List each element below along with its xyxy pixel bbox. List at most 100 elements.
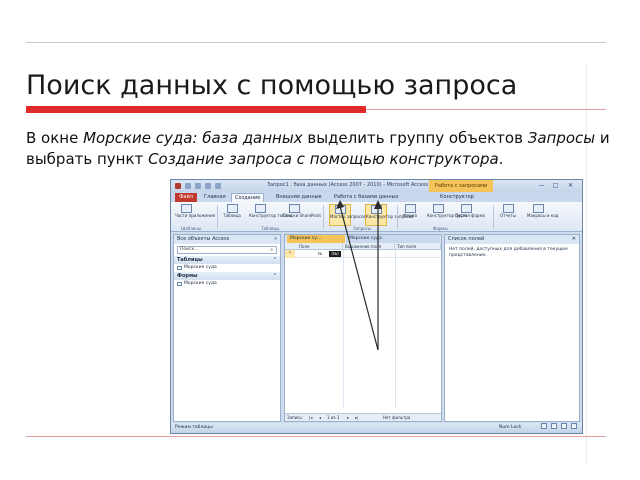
slide-title: Поиск данных с помощью запроса [26, 70, 518, 101]
nav-item-label: Морские суда [184, 281, 217, 286]
grid-column-line [343, 250, 344, 408]
nav-group-forms[interactable]: Формы ⌃ [174, 272, 280, 280]
design-view-icon[interactable] [561, 423, 567, 429]
row-selector[interactable]: * [285, 250, 295, 258]
document-tab-table[interactable]: Морские суда [346, 235, 440, 243]
button-label: Конструктор запросов [366, 214, 414, 219]
nav-search-placeholder: Поиск... [180, 247, 199, 252]
sharepoint-icon [288, 204, 300, 213]
macros-icon [532, 204, 544, 213]
button-label: Форма [403, 213, 417, 218]
sharepoint-lists-button[interactable]: Списки SharePoint [283, 204, 321, 226]
minimize-button[interactable]: — [537, 182, 546, 189]
chevron-up-icon: ⌃ [272, 257, 277, 263]
status-view-mode: Режим таблицы [175, 425, 213, 430]
chevron-double-left-icon[interactable]: « [274, 235, 277, 244]
search-icon[interactable]: ⌕ [270, 247, 273, 253]
column-header[interactable]: Тип поля [395, 243, 441, 250]
last-record-icon[interactable]: ▸| [355, 414, 358, 422]
access-app-icon[interactable] [175, 183, 181, 189]
table-button[interactable]: Таблица [221, 204, 243, 226]
first-record-icon[interactable]: |◂ [309, 414, 312, 422]
ribbon: Части приложения Таблица Конструктор таб… [171, 202, 582, 232]
maximize-button[interactable]: □ [551, 182, 560, 189]
tab-database-tools[interactable]: Работа с базами данных [331, 193, 402, 202]
window-titlebar: Запрос1 : база данных (Access 2007 - 201… [171, 180, 582, 192]
field-list-pane: Список полей ✕ Нет полей, доступных для д… [444, 234, 580, 422]
table-icon [177, 266, 182, 270]
table-row[interactable]: * № (№) [285, 250, 441, 258]
slide-vertical-rule [586, 64, 587, 464]
new-record-cell[interactable]: (№) [329, 251, 341, 257]
reports-button[interactable]: Отчеты [497, 204, 519, 226]
application-parts-icon [180, 204, 192, 213]
group-label-templates: Шаблоны [181, 226, 201, 231]
slide-rule-top [26, 42, 606, 43]
table-design-button[interactable]: Конструктор таблиц [249, 204, 292, 226]
layout-view-icon[interactable] [571, 423, 577, 429]
tab-home[interactable]: Главная [201, 193, 229, 202]
button-label: Отчеты [500, 213, 516, 218]
query-wizard-button[interactable]: Мастер запросов [329, 204, 366, 226]
column-header[interactable]: Поле [297, 243, 343, 250]
save-icon[interactable] [185, 183, 191, 189]
nav-item-table[interactable]: Морские суда [174, 264, 280, 272]
redo-icon[interactable] [205, 183, 211, 189]
tab-create[interactable]: Создание [231, 193, 265, 202]
window-title: Запрос1 : база данных (Access 2007 - 201… [267, 182, 429, 188]
datasheet-view-icon[interactable] [541, 423, 547, 429]
group-label-forms: Формы [433, 226, 448, 231]
nav-item-form[interactable]: Морские суда [174, 280, 280, 288]
tab-external-data[interactable]: Внешние данные [273, 193, 325, 202]
body-text-command: Создание запроса с помощью конструктора [148, 150, 499, 168]
close-icon[interactable]: ✕ [572, 235, 576, 244]
grid-column-line [395, 250, 396, 408]
nav-search-input[interactable]: Поиск... ⌕ [177, 246, 277, 254]
group-label-queries: Запросы [353, 226, 371, 231]
ribbon-separator [217, 205, 218, 229]
status-num-lock: Num Lock [499, 425, 522, 430]
next-record-icon[interactable]: ▸ [347, 414, 349, 422]
nav-group-tables[interactable]: Таблицы ⌃ [174, 256, 280, 264]
tab-design[interactable]: Конструктор [437, 193, 477, 202]
slide-body-text: В окне Морские суда: база данных выделит… [26, 128, 626, 170]
form-design-button[interactable]: Конструктор форм [427, 204, 467, 226]
pivot-view-icon[interactable] [551, 423, 557, 429]
tab-file[interactable]: Файл [175, 193, 197, 202]
ribbon-tabs: Файл Главная Создание Внешние данные Раб… [171, 192, 582, 202]
grid-header: Поле Выражение поля Тип поля [285, 243, 441, 250]
application-parts-button[interactable]: Части приложения [175, 204, 216, 226]
document-area: Морские су... Морские суда Поле Выражени… [284, 234, 442, 422]
blank-form-button[interactable]: Пустая форма [455, 204, 485, 226]
document-tab-query[interactable]: Морские су... [287, 235, 345, 243]
access-window: Запрос1 : база данных (Access 2007 - 201… [170, 179, 583, 434]
nav-header-label: Все объекты Access [177, 236, 230, 242]
query-design-button[interactable]: Конструктор запросов [365, 204, 414, 226]
nav-header[interactable]: Все объекты Access « [174, 235, 280, 244]
row-number-label: № [317, 251, 323, 256]
macros-button[interactable]: Макросы и код [527, 204, 559, 226]
slide-rule-mid [366, 109, 606, 110]
button-label: Части приложения [175, 213, 216, 218]
form-button[interactable]: Форма [399, 204, 421, 226]
chevron-up-icon: ⌃ [272, 273, 277, 279]
button-label: Макросы и код [527, 213, 559, 218]
slide-rule-bottom [26, 436, 606, 437]
record-position[interactable]: 1 из 1 [327, 414, 339, 422]
blank-form-icon [460, 204, 472, 213]
form-icon [177, 282, 182, 286]
form-icon [404, 204, 416, 213]
button-label: Конструктор форм [427, 213, 467, 218]
close-button[interactable]: ✕ [566, 182, 575, 189]
reports-icon [502, 204, 514, 213]
filter-status[interactable]: Нет фильтра [383, 414, 410, 422]
ribbon-separator [493, 205, 494, 229]
column-header[interactable]: Выражение поля [343, 243, 395, 250]
form-design-icon [432, 204, 444, 213]
document-tabs: Морские су... Морские суда [285, 235, 441, 243]
prev-record-icon[interactable]: ◂ [319, 414, 321, 422]
undo-icon[interactable] [195, 183, 201, 189]
button-label: Таблица [223, 213, 241, 218]
status-bar: Режим таблицы Num Lock [171, 423, 582, 433]
customize-toolbar-icon[interactable] [215, 183, 221, 189]
